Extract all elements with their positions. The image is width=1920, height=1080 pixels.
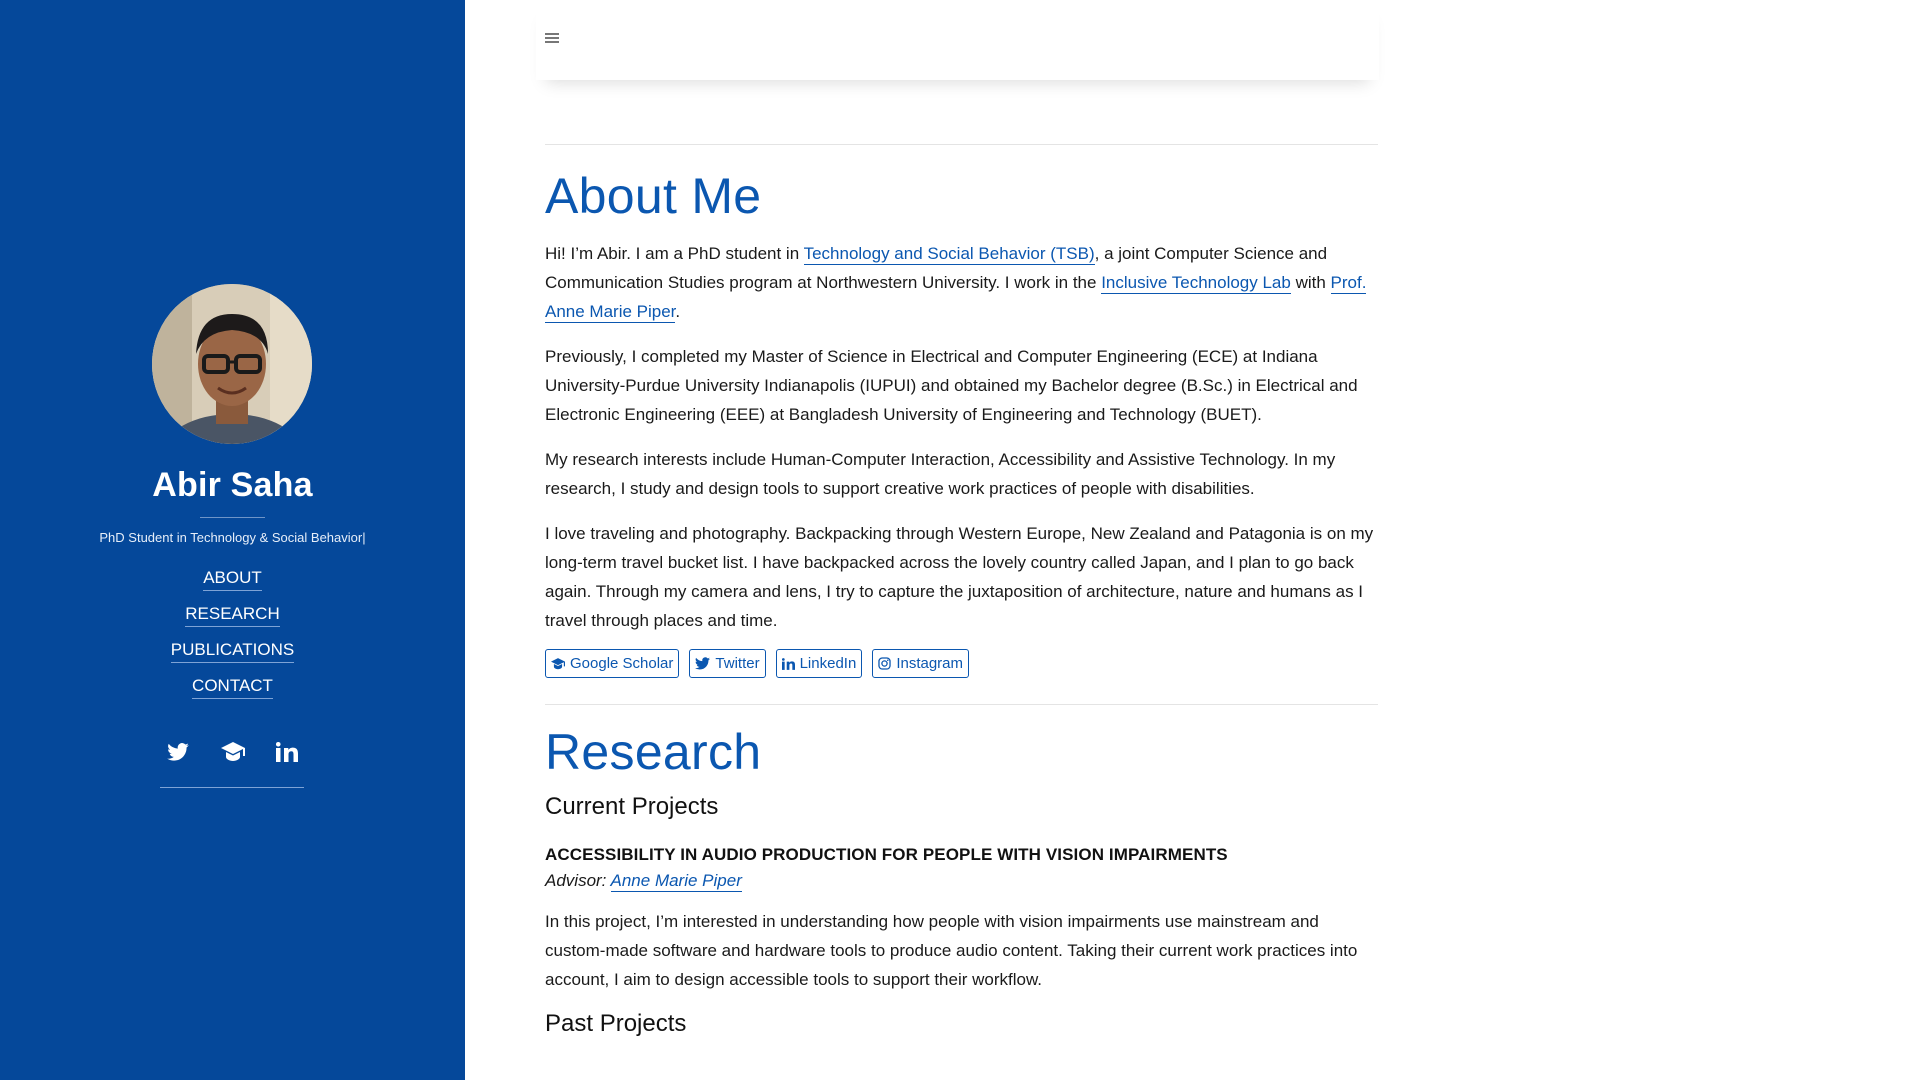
name-divider <box>200 517 265 518</box>
twitter-icon[interactable] <box>160 743 196 761</box>
avatar <box>152 284 312 444</box>
sidebar-nav: ABOUT RESEARCH PUBLICATIONS CONTACT <box>0 568 465 712</box>
inclusive-tech-lab-link[interactable]: Inclusive Technology Lab <box>1101 273 1291 294</box>
linkedin-icon[interactable] <box>269 742 305 762</box>
main-content: About Me Hi! I’m Abir. I am a PhD studen… <box>545 144 1378 1038</box>
sidebar: Abir Saha PhD Student in Technology & So… <box>0 0 465 1080</box>
social-divider <box>160 787 304 788</box>
sidebar-social-links <box>160 742 305 762</box>
research-heading: Research <box>545 724 762 780</box>
about-education-paragraph: Previously, I completed my Master of Sci… <box>545 347 1358 424</box>
nav-contact[interactable]: CONTACT <box>192 676 273 699</box>
nav-research[interactable]: RESEARCH <box>185 604 280 627</box>
advisor-link[interactable]: Anne Marie Piper <box>610 871 742 892</box>
google-scholar-button[interactable]: Google Scholar <box>545 649 680 678</box>
nav-publications[interactable]: PUBLICATIONS <box>170 640 295 663</box>
instagram-icon <box>878 657 891 670</box>
about-intro-paragraph: Hi! I’m Abir. I am a PhD student in Tech… <box>545 244 1367 323</box>
about-interests-paragraph: My research interests include Human-Comp… <box>545 450 1336 498</box>
nav-about[interactable]: ABOUT <box>203 568 262 591</box>
about-heading: About Me <box>545 168 762 224</box>
linkedin-button[interactable]: LinkedIn <box>775 649 863 678</box>
section-divider <box>545 704 1378 705</box>
profile-subtitle: PhD Student in Technology & Social Behav… <box>99 530 366 545</box>
twitter-button[interactable]: Twitter <box>689 649 766 678</box>
about-hobbies-paragraph: I love traveling and photography. Backpa… <box>545 524 1374 630</box>
current-projects-heading: Current Projects <box>545 793 719 820</box>
past-projects-heading: Past Projects <box>545 1010 687 1037</box>
project-title: ACCESSIBILITY IN AUDIO PRODUCTION FOR PE… <box>545 845 1228 864</box>
profile-name: Abir Saha <box>152 466 313 504</box>
project-advisor: Advisor: Anne Marie Piper <box>545 871 742 892</box>
hamburger-icon[interactable] <box>545 33 559 46</box>
linkedin-icon <box>781 657 795 670</box>
graduation-cap-icon[interactable] <box>215 742 251 762</box>
profile-links: Google Scholar Twitter LinkedIn Instagra… <box>545 649 1378 678</box>
instagram-button[interactable]: Instagram <box>872 649 970 678</box>
top-bar <box>536 0 1379 80</box>
graduation-cap-icon <box>551 657 565 669</box>
twitter-icon <box>695 657 711 670</box>
tsb-link[interactable]: Technology and Social Behavior (TSB) <box>803 244 1095 265</box>
section-divider <box>545 144 1378 145</box>
project-description: In this project, I’m interested in under… <box>545 912 1358 989</box>
